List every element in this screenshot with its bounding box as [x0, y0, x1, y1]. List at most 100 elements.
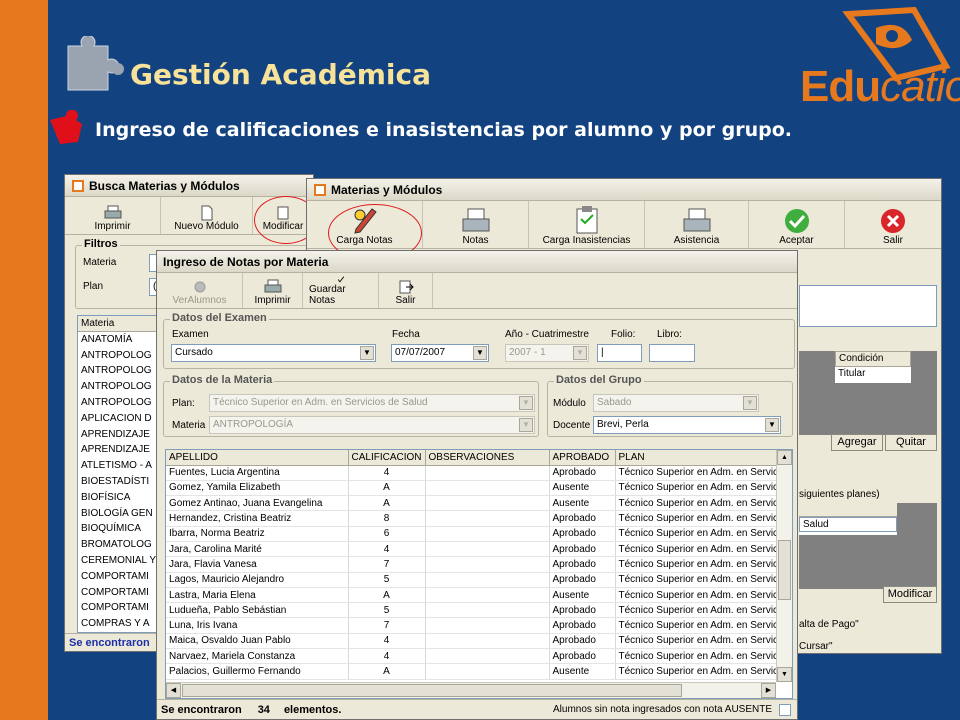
nuevo-modulo-button[interactable]: Nuevo Módulo [161, 197, 253, 234]
chevron-down-icon: ▼ [573, 346, 587, 360]
column-header[interactable]: OBSERVACIONES [425, 450, 550, 466]
examen-value: Cursado [175, 347, 213, 358]
table-cell: Luna, Iris Ivana [166, 617, 349, 634]
scroll-right-icon[interactable]: ▶ [761, 683, 776, 698]
anio-label: Año - Cuatrimestre [505, 329, 589, 340]
plan-select[interactable]: Técnico Superior en Adm. en Servicios de… [209, 394, 535, 412]
busca-print-button[interactable]: Imprimir [65, 197, 161, 234]
table-cell: Lagos, Mauricio Alejandro [166, 572, 349, 588]
table-cell[interactable]: A [348, 495, 426, 512]
notas-button[interactable]: Notas [423, 201, 529, 248]
view-students-icon [194, 281, 205, 293]
materia-select[interactable]: ANTROPOLOGÍA ▼ [209, 416, 535, 434]
table-cell[interactable]: 6 [348, 526, 426, 542]
table-row[interactable]: Lagos, Mauricio Alejandro 5 Aprobado Técnic… [166, 572, 783, 588]
table-cell[interactable] [425, 602, 550, 619]
busca-titlebar: Busca Materias y Módulos [65, 175, 313, 197]
table-cell: Técnico Superior en Adm. en Servic [615, 465, 783, 481]
materias-modificar-button[interactable]: Modificar [883, 586, 937, 603]
modulo-select[interactable]: Sabado ▼ [593, 394, 759, 412]
guardar-notas-button[interactable]: Guardar Notas [303, 273, 379, 308]
agregar-button[interactable]: Agregar [831, 434, 883, 451]
hscroll-thumb[interactable] [182, 684, 682, 697]
table-cell[interactable] [425, 648, 550, 665]
materias-salir-button[interactable]: Salir [845, 201, 941, 248]
table-cell[interactable]: 7 [348, 617, 426, 634]
ver-alumnos-button[interactable]: VerAlumnos [157, 273, 243, 308]
docente-select[interactable]: Brevi, Perla ▼ [593, 416, 781, 434]
table-cell[interactable] [425, 556, 550, 573]
table-row[interactable]: Fuentes, Lucia Argentina 4 Aprobado Técnico… [166, 465, 783, 481]
table-cell[interactable] [425, 465, 550, 481]
table-cell[interactable] [425, 572, 550, 588]
column-header[interactable]: CALIFICACION [348, 450, 426, 466]
table-row[interactable]: Gomez, Yamila Elizabeth A Ausente Técnico S… [166, 480, 783, 497]
table-row[interactable]: Palacios, Guillermo Fernando A Ausente Técn… [166, 663, 783, 680]
table-row[interactable]: Ibarra, Norma Beatriz 6 Aprobado Técnico Su… [166, 526, 783, 542]
table-cell[interactable]: 4 [348, 648, 426, 665]
ausente-checkbox[interactable] [779, 703, 791, 716]
table-cell: Maica, Osvaldo Juan Pablo [166, 633, 349, 650]
table-cell[interactable] [425, 480, 550, 497]
materias-descripcion[interactable] [799, 285, 937, 327]
column-header[interactable]: APROBADO [549, 450, 616, 466]
table-cell[interactable]: 4 [348, 633, 426, 650]
planes-label: siguientes planes) [799, 489, 880, 500]
table-row[interactable]: Luna, Iris Ivana 7 Aprobado Técnico Superio… [166, 617, 783, 634]
falta-pago-label: alta de Pago" [799, 619, 859, 630]
quitar-button[interactable]: Quitar [885, 434, 937, 451]
table-row[interactable]: Maica, Osvaldo Juan Pablo 4 Aprobado Técnic… [166, 633, 783, 650]
table-cell[interactable] [425, 663, 550, 680]
table-cell[interactable]: 5 [348, 572, 426, 588]
table-row[interactable]: Jara, Carolina Marité 4 Aprobado Técnico Su… [166, 541, 783, 558]
asistencia-button[interactable]: Asistencia [645, 201, 749, 248]
clipboard-icon [576, 206, 597, 234]
printer-icon [683, 208, 710, 232]
table-cell[interactable]: A [348, 480, 426, 497]
table-cell[interactable] [425, 541, 550, 558]
examen-select[interactable]: Cursado ▼ [171, 344, 376, 362]
column-header[interactable]: PLAN [615, 450, 783, 466]
scroll-down-icon[interactable]: ▼ [777, 667, 792, 682]
notas-imprimir-label: Imprimir [254, 295, 291, 306]
table-row[interactable]: Lastra, Maria Elena A Ausente Técnico Super… [166, 587, 783, 604]
notas-salir-button[interactable]: Salir [379, 273, 433, 308]
table-cell[interactable] [425, 526, 550, 542]
folio-input[interactable]: | [597, 344, 642, 362]
table-row[interactable]: Jara, Flavia Vanesa 7 Aprobado Técnico Supe… [166, 556, 783, 573]
carga-inasistencias-button[interactable]: Carga Inasistencias [529, 201, 645, 248]
table-cell[interactable]: 4 [348, 541, 426, 558]
table-cell[interactable] [425, 510, 550, 527]
table-cell: Técnico Superior en Adm. en Servic [615, 541, 783, 558]
scroll-up-icon[interactable]: ▲ [777, 450, 792, 465]
fecha-select[interactable]: 07/07/2007 ▼ [391, 344, 489, 362]
table-cell[interactable]: A [348, 587, 426, 604]
table-row[interactable]: Narvaez, Mariela Constanza 4 Aprobado Técni… [166, 648, 783, 665]
table-cell: Técnico Superior en Adm. en Servic [615, 663, 783, 680]
table-cell[interactable]: 5 [348, 602, 426, 619]
scroll-left-icon[interactable]: ◀ [166, 683, 181, 698]
notas-imprimir-button[interactable]: Imprimir [243, 273, 303, 308]
table-cell: Ausente [549, 663, 616, 680]
table-cell[interactable]: 4 [348, 465, 426, 481]
aceptar-button[interactable]: Aceptar [749, 201, 845, 248]
libro-input[interactable] [649, 344, 695, 362]
anio-select[interactable]: 2007 - 1 ▼ [505, 344, 589, 362]
ausente-label: Alumnos sin nota ingresados con nota AUS… [553, 704, 773, 715]
table-cell[interactable] [425, 617, 550, 634]
table-row[interactable]: Gomez Antinao, Juana Evangelina A Ausente T… [166, 495, 783, 512]
scroll-thumb[interactable] [778, 540, 791, 600]
notas-horizontal-scrollbar[interactable]: ◀ ▶ [166, 682, 776, 698]
table-cell[interactable]: 7 [348, 556, 426, 573]
table-cell[interactable]: A [348, 663, 426, 680]
table-cell[interactable] [425, 495, 550, 512]
table-cell[interactable]: 8 [348, 510, 426, 527]
table-row[interactable]: Ludueña, Pablo Sebástian 5 Aprobado Técnico… [166, 602, 783, 619]
materias-titlebar: Materias y Módulos [307, 179, 941, 201]
docente-value: Brevi, Perla [597, 419, 649, 430]
notas-vertical-scrollbar[interactable]: ▲ ▼ [776, 450, 792, 682]
column-header[interactable]: APELLIDO [166, 450, 349, 466]
table-row[interactable]: Hernandez, Cristina Beatriz 8 Aprobado Técn… [166, 510, 783, 527]
table-cell[interactable] [425, 633, 550, 650]
table-cell[interactable] [425, 587, 550, 604]
